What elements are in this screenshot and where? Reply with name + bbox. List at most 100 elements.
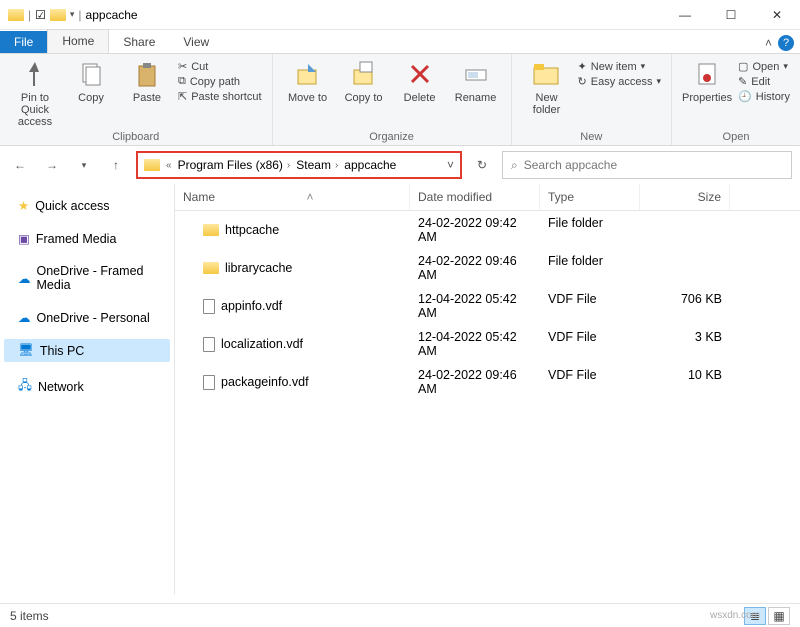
file-name: localization.vdf (221, 337, 303, 351)
file-size (640, 251, 730, 285)
pin-button[interactable]: Pin to Quick access (10, 58, 60, 128)
group-label: Clipboard (10, 129, 262, 143)
group-new: New folder ✦New item ▾ ↻Easy access ▾ Ne… (512, 54, 673, 145)
view-large-button[interactable]: ▦ (768, 607, 790, 625)
nav-row: ← → ▾ ↑ « Program Files (x86)› Steam› ap… (0, 146, 800, 184)
cut-button[interactable]: ✂Cut (178, 60, 262, 73)
maximize-button[interactable]: ☐ (708, 0, 754, 30)
tree-framed-media[interactable]: ▣Framed Media (4, 227, 170, 250)
newitem-button[interactable]: ✦New item ▾ (578, 60, 662, 73)
group-label: New (522, 129, 662, 143)
newfolder-button[interactable]: New folder (522, 58, 572, 116)
file-row[interactable]: localization.vdf12-04-2022 05:42 AMVDF F… (175, 325, 800, 363)
folder-icon (203, 224, 219, 236)
history-button[interactable]: 🕘History (738, 90, 790, 103)
history-icon: 🕘 (738, 90, 752, 103)
edit-icon: ✎ (738, 75, 747, 88)
sort-indicator-icon: ˄ (307, 190, 314, 204)
qat-dropdown[interactable]: ▾ (70, 9, 75, 20)
tab-view[interactable]: View (169, 31, 223, 53)
file-date: 24-02-2022 09:42 AM (410, 213, 540, 247)
delete-button[interactable]: Delete (395, 58, 445, 104)
file-size: 706 KB (640, 289, 730, 323)
group-label: Open (682, 129, 790, 143)
star-icon: ★ (18, 198, 29, 213)
nav-tree: ★Quick access ▣Framed Media ☁OneDrive - … (0, 184, 175, 594)
delete-icon (404, 58, 436, 90)
cut-icon: ✂ (178, 60, 187, 73)
group-organize: Move to Copy to Delete Rename Organize (273, 54, 512, 145)
properties-button[interactable]: Properties (682, 58, 732, 104)
network-icon: 🖧 (18, 376, 32, 397)
recent-button[interactable]: ▾ (72, 153, 96, 177)
breadcrumb-item[interactable]: Program Files (x86)› (178, 158, 291, 172)
tab-file[interactable]: File (0, 31, 47, 53)
folder-icon (50, 9, 66, 21)
minimize-button[interactable]: — (662, 0, 708, 30)
paste-button[interactable]: Paste (122, 58, 172, 104)
breadcrumb-item[interactable]: appcache (344, 158, 396, 172)
copy-button[interactable]: Copy (66, 58, 116, 104)
search-input[interactable]: ⌕ Search appcache (502, 151, 792, 179)
item-count: 5 items (10, 609, 49, 623)
file-type: File folder (540, 251, 640, 285)
open-button[interactable]: ▢Open ▾ (738, 60, 790, 73)
search-placeholder: Search appcache (524, 158, 617, 172)
file-row[interactable]: packageinfo.vdf24-02-2022 09:46 AMVDF Fi… (175, 363, 800, 401)
copypath-icon: ⧉ (178, 75, 186, 88)
file-size: 3 KB (640, 327, 730, 361)
file-type: VDF File (540, 327, 640, 361)
easyaccess-icon: ↻ (578, 75, 587, 88)
tree-onedrive-personal[interactable]: ☁OneDrive - Personal (4, 306, 170, 329)
newfolder-icon (531, 58, 563, 90)
file-date: 12-04-2022 05:42 AM (410, 289, 540, 323)
file-type: VDF File (540, 289, 640, 323)
help-icon[interactable]: ? (778, 35, 794, 51)
collapse-ribbon-icon[interactable]: ˄ (765, 36, 772, 50)
address-bar[interactable]: « Program Files (x86)› Steam› appcache ˅ (136, 151, 462, 179)
paste-icon (131, 58, 163, 90)
file-date: 24-02-2022 09:46 AM (410, 365, 540, 399)
tab-home[interactable]: Home (47, 29, 109, 53)
rename-button[interactable]: Rename (451, 58, 501, 104)
pasteshortcut-icon: ⇱ (178, 90, 187, 103)
forward-button[interactable]: → (40, 153, 64, 177)
address-dropdown[interactable]: ˅ (447, 158, 454, 172)
status-bar: 5 items ≣ ▦ (0, 603, 800, 627)
cloud-icon: ☁ (18, 310, 31, 325)
tree-this-pc[interactable]: 🖥This PC (4, 339, 170, 362)
easyaccess-button[interactable]: ↻Easy access ▾ (578, 75, 662, 88)
file-icon (203, 299, 215, 314)
back-button[interactable]: ← (8, 153, 32, 177)
file-name: appinfo.vdf (221, 299, 282, 313)
newitem-icon: ✦ (578, 60, 587, 73)
title-bar: | ☑ ▾ | appcache — ☐ ✕ (0, 0, 800, 30)
folder-icon (203, 262, 219, 274)
copypath-button[interactable]: ⧉Copy path (178, 75, 262, 88)
search-icon: ⌕ (511, 158, 518, 173)
file-name: httpcache (225, 223, 279, 237)
copyto-button[interactable]: Copy to (339, 58, 389, 104)
edit-button[interactable]: ✎Edit (738, 75, 790, 88)
tab-share[interactable]: Share (109, 31, 169, 53)
copy-icon (75, 58, 107, 90)
refresh-button[interactable]: ↻ (470, 153, 494, 177)
breadcrumb-overflow[interactable]: « (166, 160, 172, 171)
moveto-button[interactable]: Move to (283, 58, 333, 104)
close-button[interactable]: ✕ (754, 0, 800, 30)
group-open: Properties ▢Open ▾ ✎Edit 🕘History Open (672, 54, 800, 145)
file-row[interactable]: librarycache24-02-2022 09:46 AMFile fold… (175, 249, 800, 287)
breadcrumb-item[interactable]: Steam› (296, 158, 338, 172)
pasteshortcut-button[interactable]: ⇱Paste shortcut (178, 90, 262, 103)
tree-quick-access[interactable]: ★Quick access (4, 194, 170, 217)
up-button[interactable]: ↑ (104, 153, 128, 177)
group-clipboard: Pin to Quick access Copy Paste ✂Cut ⧉Cop… (0, 54, 273, 145)
file-row[interactable]: appinfo.vdf 12-04-2022 05:42 AMVDF File70… (175, 287, 800, 325)
tree-onedrive-framed[interactable]: ☁OneDrive - Framed Media (4, 260, 170, 296)
copyto-icon (348, 58, 380, 90)
column-headers[interactable]: Name˄ Date modified Type Size (175, 184, 800, 211)
file-row[interactable]: httpcache24-02-2022 09:42 AMFile folder (175, 211, 800, 249)
tree-network[interactable]: 🖧Network (4, 372, 170, 401)
open-icon: ▢ (738, 60, 748, 73)
checkbox-icon[interactable]: ☑ (35, 8, 46, 22)
